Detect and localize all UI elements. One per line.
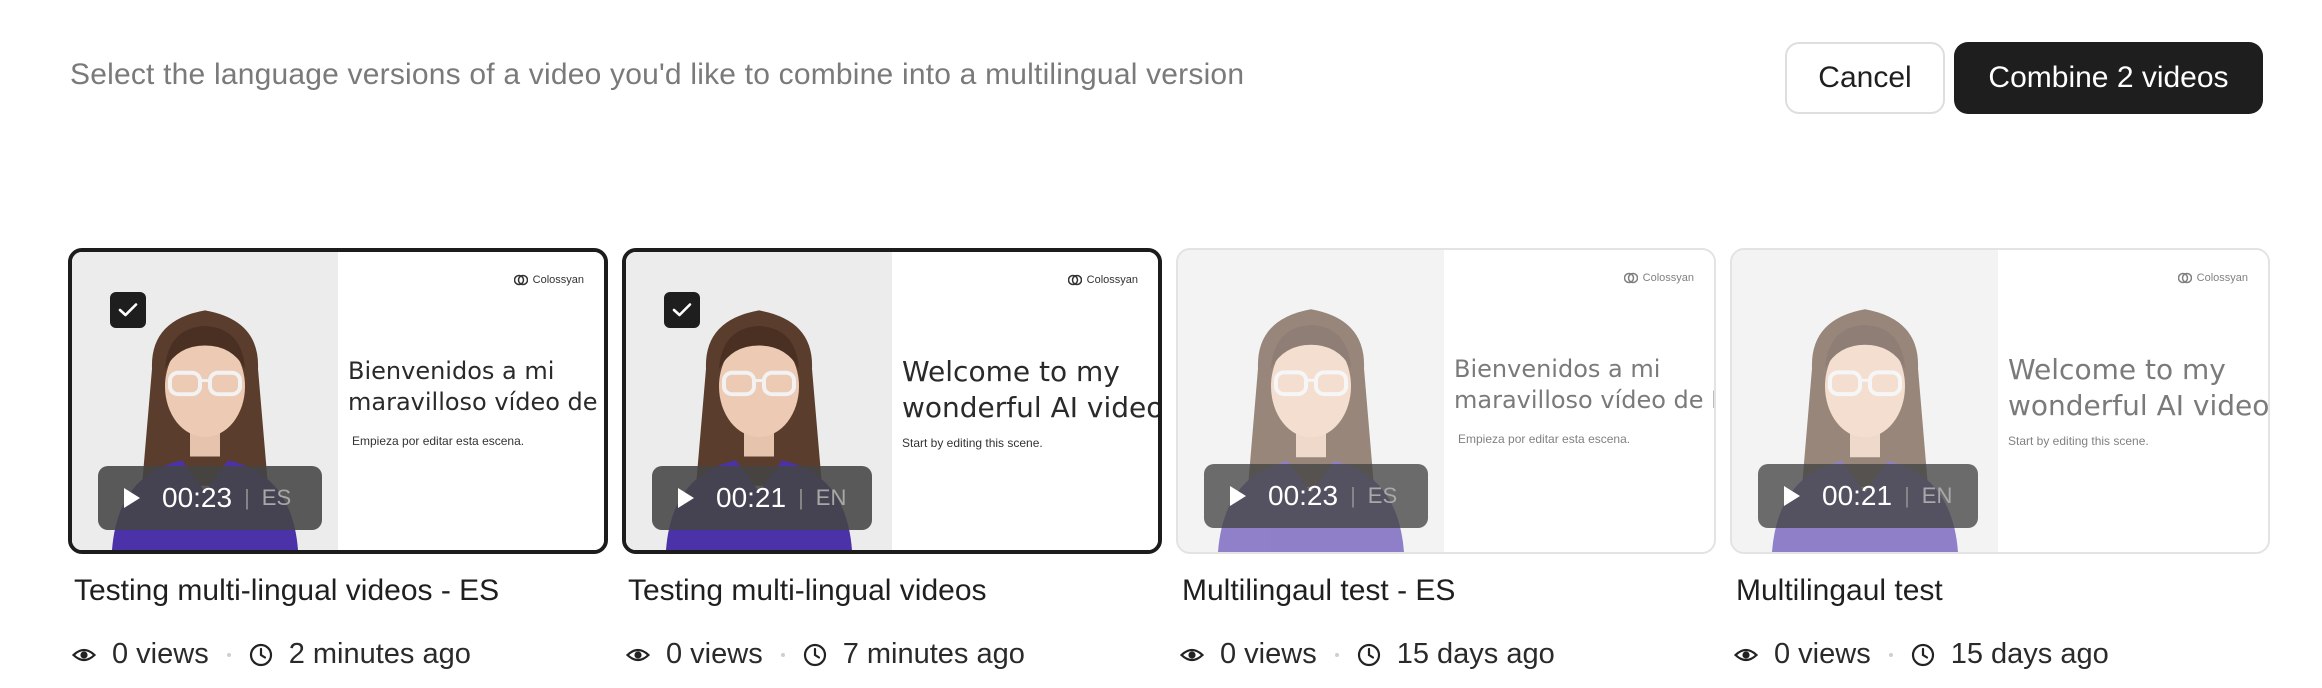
eye-icon: [1734, 648, 1758, 661]
combine-videos-page: Select the language versions of a video …: [0, 0, 2322, 688]
brand-name: Colossyan: [1086, 274, 1138, 286]
colossyan-logo-icon: [2177, 272, 2192, 284]
video-thumbnail[interactable]: Colossyan Welcome to my wonderful AI vid…: [1730, 248, 2270, 554]
video-card[interactable]: Colossyan Bienvenidos a mi maravilloso v…: [1176, 248, 1716, 688]
video-meta: 0 views 15 days ago: [1180, 638, 1555, 671]
views-count: 0 views: [1774, 638, 1871, 670]
language-code: EN: [1921, 483, 1953, 508]
play-icon[interactable]: [124, 488, 140, 508]
meta-separator: [780, 652, 785, 657]
language-code: ES: [261, 485, 292, 510]
meta-separator: [226, 652, 231, 657]
video-title[interactable]: Testing multi-lingual videos: [628, 574, 987, 608]
eye-icon: [1180, 648, 1204, 661]
divider: |: [798, 485, 804, 510]
brand-logo: Colossyan: [513, 274, 584, 286]
slide-heading: Welcome to my wonderful AI video.: [902, 355, 1162, 424]
clock-icon: [249, 643, 272, 666]
created-time: 15 days ago: [1950, 638, 2109, 670]
brand-name: Colossyan: [532, 274, 584, 286]
slide-heading: Welcome to my wonderful AI video.: [2008, 353, 2270, 422]
play-icon[interactable]: [1230, 486, 1246, 506]
play-icon[interactable]: [1784, 486, 1800, 506]
colossyan-logo-icon: [1623, 272, 1638, 284]
video-title[interactable]: Testing multi-lingual videos - ES: [74, 574, 499, 608]
meta-separator: [1334, 652, 1339, 657]
clock-icon: [803, 643, 826, 666]
created-time: 2 minutes ago: [288, 638, 471, 670]
divider: |: [1350, 483, 1356, 508]
divider: |: [1904, 483, 1910, 508]
views-count: 0 views: [112, 638, 209, 670]
brand-logo: Colossyan: [1067, 274, 1138, 286]
clock-icon: [1357, 643, 1380, 666]
video-card[interactable]: Colossyan Welcome to my wonderful AI vid…: [1730, 248, 2270, 688]
brand-name: Colossyan: [2196, 272, 2248, 284]
checkmark-icon: [672, 303, 692, 317]
views-count: 0 views: [1220, 638, 1317, 670]
play-overlay[interactable]: 00:23 | ES: [98, 466, 322, 530]
slide-subtitle: Start by editing this scene.: [2008, 434, 2149, 448]
video-thumbnail[interactable]: Colossyan Bienvenidos a mi maravilloso v…: [1176, 248, 1716, 554]
combine-videos-button[interactable]: Combine 2 videos: [1954, 42, 2263, 114]
video-meta: 0 views 15 days ago: [1734, 638, 2109, 671]
slide-heading: Bienvenidos a mi maravilloso vídeo de IA…: [348, 357, 608, 416]
eye-icon: [72, 648, 96, 661]
checkmark-icon: [118, 303, 138, 317]
brand-logo: Colossyan: [2177, 272, 2248, 284]
video-card[interactable]: Colossyan Welcome to my wonderful AI vid…: [622, 248, 1162, 688]
colossyan-logo-icon: [513, 274, 528, 286]
video-thumbnail[interactable]: Colossyan Bienvenidos a mi maravilloso v…: [68, 248, 608, 554]
play-overlay[interactable]: 00:21 | EN: [1758, 464, 1978, 528]
select-checkbox[interactable]: [664, 292, 700, 328]
eye-icon: [626, 648, 650, 661]
video-title[interactable]: Multilingaul test: [1736, 574, 1943, 608]
slide-heading: Bienvenidos a mi maravilloso vídeo de IA: [1454, 355, 1716, 414]
instruction-text: Select the language versions of a video …: [70, 58, 1245, 91]
created-time: 15 days ago: [1396, 638, 1555, 670]
video-card[interactable]: Colossyan Bienvenidos a mi maravilloso v…: [68, 248, 608, 688]
divider: |: [244, 485, 250, 510]
clock-icon: [1911, 643, 1934, 666]
video-duration: 00:21: [1822, 480, 1893, 511]
slide-subtitle: Start by editing this scene.: [902, 436, 1043, 450]
video-duration: 00:21: [716, 482, 787, 513]
colossyan-logo-icon: [1067, 274, 1082, 286]
video-meta: 0 views 7 minutes ago: [626, 638, 1025, 671]
video-thumbnail[interactable]: Colossyan Welcome to my wonderful AI vid…: [622, 248, 1162, 554]
brand-logo: Colossyan: [1623, 272, 1694, 284]
brand-name: Colossyan: [1642, 272, 1694, 284]
slide-subtitle: Empieza por editar esta escena.: [352, 434, 525, 448]
play-icon[interactable]: [678, 488, 694, 508]
play-overlay[interactable]: 00:23 | ES: [1204, 464, 1428, 528]
views-count: 0 views: [666, 638, 763, 670]
slide-subtitle: Empieza por editar esta escena.: [1458, 432, 1631, 446]
video-title[interactable]: Multilingaul test - ES: [1182, 574, 1455, 608]
cancel-button[interactable]: Cancel: [1785, 42, 1945, 114]
video-duration: 00:23: [1268, 480, 1339, 511]
video-meta: 0 views 2 minutes ago: [72, 638, 471, 671]
select-checkbox[interactable]: [110, 292, 146, 328]
created-time: 7 minutes ago: [842, 638, 1025, 670]
language-code: ES: [1367, 483, 1398, 508]
meta-separator: [1888, 652, 1893, 657]
play-overlay[interactable]: 00:21 | EN: [652, 466, 872, 530]
language-code: EN: [815, 485, 847, 510]
video-duration: 00:23: [162, 482, 233, 513]
